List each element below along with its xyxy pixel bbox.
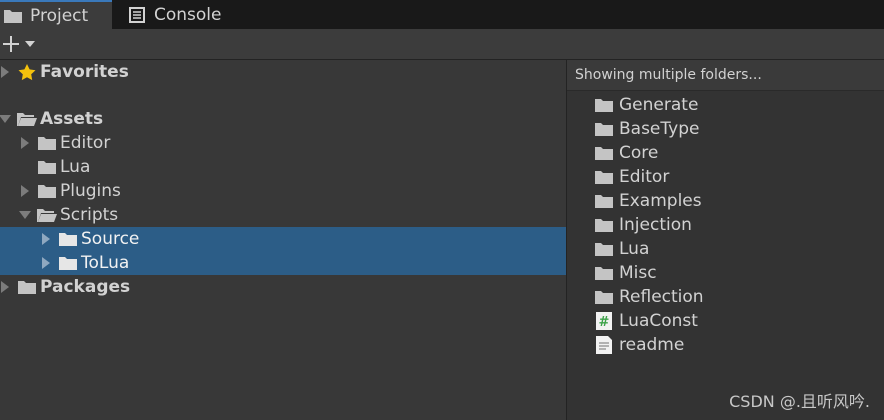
tree-item-scripts[interactable]: Scripts — [0, 203, 566, 227]
list-item-basetype[interactable]: BaseType — [593, 117, 699, 141]
expand-arrow-icon[interactable] — [18, 136, 32, 150]
tree-item-label: Scripts — [60, 205, 119, 225]
folder-icon — [593, 144, 615, 162]
expand-arrow-icon[interactable] — [39, 256, 53, 270]
tree-item-source[interactable]: Source — [0, 227, 566, 251]
folder-icon — [36, 158, 58, 176]
folder-icon — [593, 96, 615, 114]
folder-open-icon — [16, 110, 38, 128]
tree-item-favorites[interactable]: Favorites — [0, 60, 566, 84]
expand-arrow-icon[interactable] — [18, 184, 32, 198]
folder-icon — [593, 288, 615, 306]
list-item-label: Misc — [619, 263, 657, 283]
list-item-label: Examples — [619, 191, 702, 211]
list-item-label: Generate — [619, 95, 699, 115]
list-item-misc[interactable]: Misc — [593, 261, 657, 285]
tree-item-packages[interactable]: Packages — [0, 275, 566, 299]
watermark-text: CSDN @.且听风吟. — [729, 392, 870, 411]
console-icon — [126, 6, 148, 24]
csharp-script-icon: # — [593, 312, 615, 330]
list-item-label: Editor — [619, 167, 670, 187]
tree-item-label: Favorites — [40, 62, 129, 82]
folder-icon — [16, 278, 38, 296]
folder-icon — [2, 7, 24, 25]
project-tree-panel: Favorites Assets Editor Lua Plugins Scri… — [0, 60, 566, 420]
plus-icon — [2, 35, 20, 53]
list-item-reflection[interactable]: Reflection — [593, 285, 704, 309]
folder-icon — [593, 192, 615, 210]
list-item-core[interactable]: Core — [593, 141, 658, 165]
tab-project[interactable]: Project — [0, 0, 112, 29]
expand-arrow-icon[interactable] — [39, 232, 53, 246]
tab-console[interactable]: Console — [112, 0, 242, 29]
tree-item-assets[interactable]: Assets — [0, 107, 566, 131]
star-icon — [16, 63, 38, 81]
list-item-label: Reflection — [619, 287, 704, 307]
tree-item-label: Assets — [40, 109, 104, 129]
folder-icon — [593, 120, 615, 138]
list-item-label: BaseType — [619, 119, 700, 139]
list-item-examples[interactable]: Examples — [593, 189, 702, 213]
list-item-label: Injection — [619, 215, 692, 235]
folder-icon — [593, 240, 615, 258]
tree-item-editor[interactable]: Editor — [0, 131, 566, 155]
tree-item-plugins[interactable]: Plugins — [0, 179, 566, 203]
folder-icon — [593, 264, 615, 282]
tree-item-label: ToLua — [81, 253, 130, 273]
list-item-editor[interactable]: Editor — [593, 165, 669, 189]
svg-text:#: # — [599, 315, 610, 330]
tree-item-label: Editor — [60, 133, 111, 153]
collapse-arrow-icon[interactable] — [0, 112, 12, 126]
tree-item-label: Source — [81, 229, 140, 249]
folder-icon — [36, 182, 58, 200]
tab-console-label: Console — [154, 4, 222, 25]
folder-icon — [593, 168, 615, 186]
tab-project-label: Project — [30, 5, 89, 26]
toolbar — [0, 29, 884, 60]
list-item-injection[interactable]: Injection — [593, 213, 692, 237]
collapse-arrow-icon[interactable] — [18, 208, 32, 222]
folder-icon — [57, 254, 79, 272]
tree-item-label: Packages — [40, 277, 131, 297]
expand-arrow-icon[interactable] — [0, 65, 12, 79]
folder-icon — [593, 216, 615, 234]
text-file-icon — [593, 336, 615, 354]
tab-bar: Project Console — [0, 0, 884, 29]
tree-item-lua[interactable]: Lua — [0, 155, 566, 179]
list-item-luaconst[interactable]: # LuaConst — [593, 309, 698, 333]
folder-icon — [36, 134, 58, 152]
tree-item-label: Plugins — [60, 181, 121, 201]
create-dropdown-button[interactable] — [0, 31, 42, 57]
folder-contents-panel: Showing multiple folders... Generate Bas… — [567, 60, 884, 420]
tree-item-label: Lua — [60, 157, 91, 177]
caret-down-icon — [25, 40, 35, 48]
list-item-generate[interactable]: Generate — [593, 93, 698, 117]
list-item-lua[interactable]: Lua — [593, 237, 649, 261]
list-item-label: Core — [619, 143, 659, 163]
folder-contents-header: Showing multiple folders... — [567, 60, 884, 91]
expand-arrow-icon[interactable] — [0, 280, 12, 294]
tree-item-tolua[interactable]: ToLua — [0, 251, 566, 275]
folder-open-icon — [36, 206, 58, 224]
list-item-label: Lua — [619, 239, 650, 259]
list-item-label: LuaConst — [619, 311, 698, 331]
list-item-readme[interactable]: readme — [593, 333, 684, 357]
folder-icon — [57, 230, 79, 248]
list-item-label: readme — [619, 335, 685, 355]
